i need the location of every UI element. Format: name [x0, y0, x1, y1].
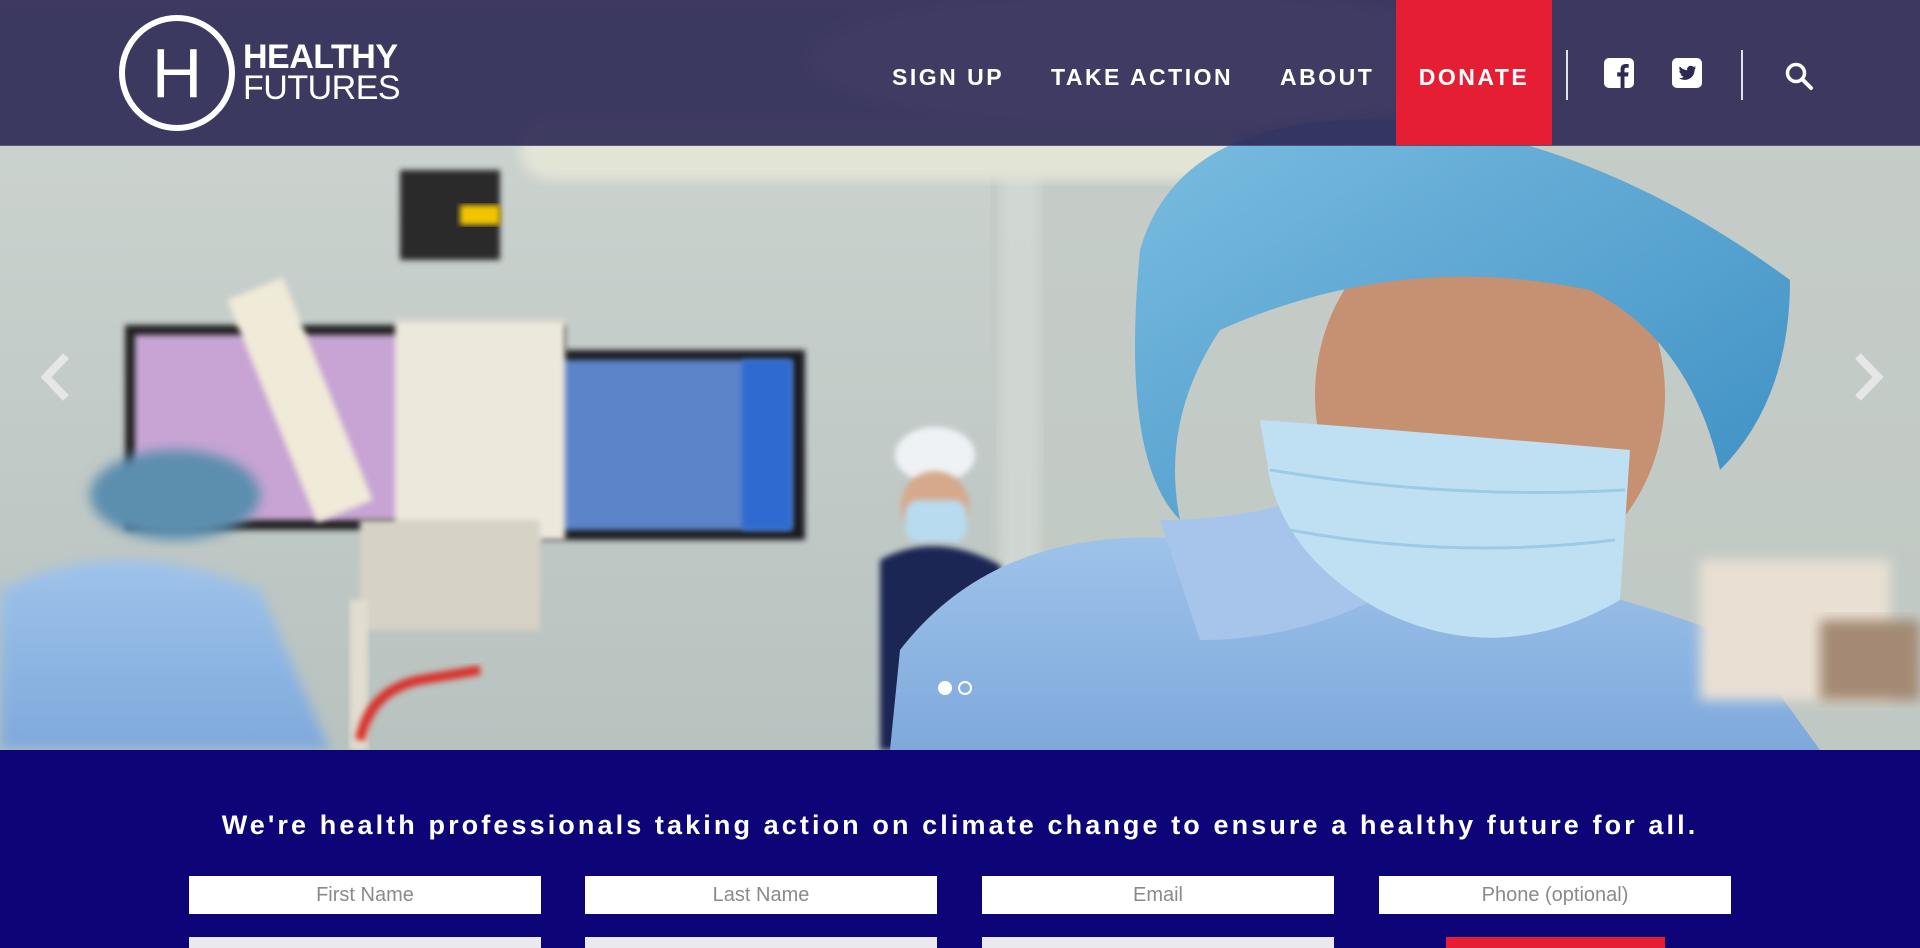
search-icon[interactable] — [1784, 61, 1814, 91]
nav-divider — [1741, 50, 1743, 100]
second-row-field[interactable] — [189, 937, 541, 948]
nav-sign-up[interactable]: SIGN UP — [892, 64, 1004, 91]
carousel-dot-2[interactable] — [958, 681, 972, 695]
page: H HEALTHY FUTURES SIGN UP TAKE ACTION AB… — [0, 0, 1920, 948]
logo-mark: H — [119, 15, 235, 131]
nav-take-action[interactable]: TAKE ACTION — [1051, 64, 1233, 91]
logo-line-2: FUTURES — [243, 69, 401, 107]
second-row-field[interactable] — [982, 937, 1334, 948]
site-header: H HEALTHY FUTURES SIGN UP TAKE ACTION AB… — [0, 0, 1920, 146]
carousel-indicators — [938, 681, 972, 695]
email-field[interactable] — [982, 876, 1334, 914]
twitter-icon[interactable] — [1672, 58, 1702, 88]
nav-divider — [1566, 50, 1568, 100]
logo-wordmark: HEALTHY FUTURES — [243, 40, 401, 107]
chevron-left-icon[interactable] — [38, 352, 78, 402]
carousel-dot-1[interactable] — [938, 681, 952, 695]
signup-band: We're health professionals taking action… — [0, 750, 1920, 948]
phone-field[interactable] — [1379, 876, 1731, 914]
site-logo[interactable]: H HEALTHY FUTURES — [119, 15, 401, 131]
donate-button[interactable]: DONATE — [1396, 0, 1552, 145]
signup-tagline: We're health professionals taking action… — [221, 810, 1699, 840]
second-row-field[interactable] — [585, 937, 937, 948]
last-name-field[interactable] — [585, 876, 937, 914]
nav-about[interactable]: ABOUT — [1280, 64, 1374, 91]
first-name-field[interactable] — [189, 876, 541, 914]
facebook-icon[interactable] — [1604, 58, 1634, 88]
chevron-right-icon[interactable] — [1846, 352, 1886, 402]
submit-button[interactable] — [1446, 937, 1665, 948]
